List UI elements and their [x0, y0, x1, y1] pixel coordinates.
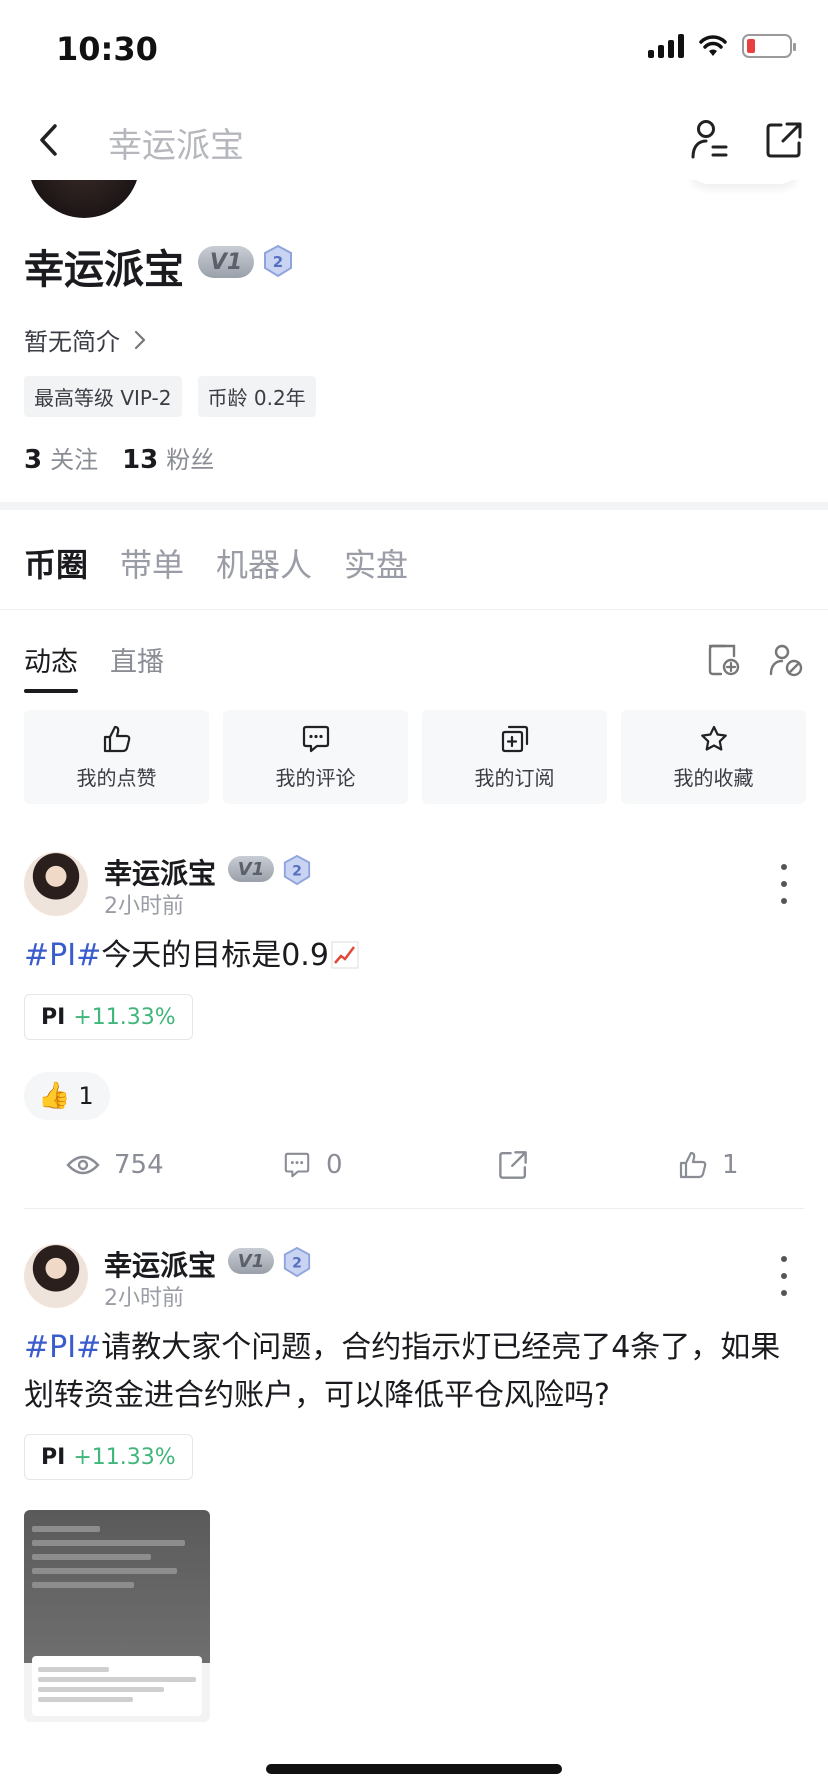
vip-badge: V1 [198, 246, 254, 278]
like-button[interactable]: 1 [678, 1150, 739, 1180]
block-user-button[interactable] [768, 642, 804, 678]
star-icon [700, 725, 727, 751]
quick-label: 我的评论 [275, 765, 356, 790]
chevron-left-icon [40, 124, 57, 156]
level-shield-icon: 2 [282, 1246, 312, 1278]
chevron-right-icon [134, 330, 146, 349]
following-stat[interactable]: 3 关注 [24, 440, 98, 475]
my-comments-button[interactable]: 我的评论 [223, 710, 408, 804]
post-text[interactable]: #PI#请教大家个问题，合约指示灯已经亮了4条了，如果划转资金进合约账户，可以降… [24, 1324, 804, 1420]
quick-actions: 我的点赞 我的评论 我的订阅 我的收藏 [24, 710, 806, 804]
level-shield-icon: 2 [282, 854, 312, 886]
section-divider [0, 502, 828, 510]
quick-label: 我的订阅 [474, 765, 555, 790]
status-icons [648, 34, 796, 58]
post-divider [24, 1208, 804, 1209]
tab-activity[interactable]: 动态 [24, 640, 78, 693]
tab-live[interactable]: 直播 [110, 640, 164, 693]
hashtag-link[interactable]: #PI# [24, 938, 101, 973]
coin-symbol: PI [41, 1004, 66, 1030]
vip-badge: V1 [228, 1248, 274, 1274]
post-body: 请教大家个问题，合约指示灯已经亮了4条了，如果划转资金进合约账户，可以降低平仓风… [24, 1330, 781, 1413]
nav-bar: 幸运派宝 [0, 100, 828, 180]
coin-change: +11.33% [73, 1004, 176, 1030]
followers-stat[interactable]: 13 粉丝 [122, 440, 214, 475]
tab-live-trading[interactable]: 实盘 [344, 540, 408, 586]
follow-row: 3 关注 13 粉丝 [24, 440, 214, 475]
comments-count: 0 [326, 1150, 343, 1180]
new-post-button[interactable] [706, 642, 742, 678]
post-author[interactable]: 幸运派宝 [104, 1244, 216, 1284]
share-post-button[interactable] [498, 1150, 528, 1180]
post-time: 2小时前 [104, 894, 184, 919]
tabs-divider [0, 609, 828, 610]
eye-icon [66, 1155, 100, 1175]
tag-vip-level: 最高等级 VIP-2 [24, 376, 182, 417]
subscribe-icon [501, 725, 528, 752]
coin-symbol: PI [41, 1444, 66, 1470]
wifi-icon [699, 35, 727, 56]
reaction-chip[interactable]: 👍 1 [24, 1072, 110, 1120]
my-subscriptions-button[interactable]: 我的订阅 [422, 710, 607, 804]
post-time: 2小时前 [104, 1286, 184, 1311]
comment-icon [284, 1152, 310, 1178]
status-time: 10:30 [56, 30, 158, 68]
my-favorites-button[interactable]: 我的收藏 [621, 710, 806, 804]
coin-change: +11.33% [73, 1444, 176, 1470]
likes-count: 1 [722, 1150, 739, 1180]
avatar[interactable] [24, 852, 88, 916]
profile-name: 幸运派宝 [24, 247, 184, 293]
nav-title: 幸运派宝 [108, 126, 244, 166]
post-image[interactable] [24, 1510, 210, 1722]
user-settings-button[interactable] [688, 118, 732, 162]
level-number: 2 [292, 864, 302, 880]
tab-coin-circle[interactable]: 币圈 [24, 540, 88, 586]
avatar[interactable] [24, 1244, 88, 1308]
tab-robot[interactable]: 机器人 [216, 540, 312, 586]
views-stat: 754 [66, 1150, 164, 1180]
coin-tag[interactable]: PI +11.33% [24, 994, 193, 1040]
main-tabs: 币圈 带单 机器人 实盘 [24, 540, 408, 586]
user-block-icon [769, 644, 803, 677]
status-bar: 10:30 [0, 0, 828, 100]
thumb-up-icon [679, 1151, 707, 1179]
views-count: 754 [114, 1150, 164, 1180]
comments-stat[interactable]: 0 [282, 1150, 343, 1180]
reaction-count: 1 [78, 1082, 94, 1110]
more-options-icon[interactable] [778, 864, 790, 904]
user-edit-icon [691, 120, 728, 159]
bio-text: 暂无简介 [24, 328, 120, 356]
sub-tabs: 动态 直播 [24, 640, 164, 693]
chart-up-emoji-icon [331, 941, 359, 969]
vip-badge: V1 [228, 856, 274, 882]
add-post-icon [708, 644, 740, 676]
back-button[interactable] [28, 118, 68, 162]
signal-icon [648, 34, 684, 58]
coin-tag[interactable]: PI +11.33% [24, 1434, 193, 1480]
more-options-icon[interactable] [778, 1256, 790, 1296]
tab-copy-trading[interactable]: 带单 [120, 540, 184, 586]
comment-icon [302, 725, 329, 752]
post-body: 今天的目标是0.9 [101, 938, 329, 973]
bio-row[interactable]: 暂无简介 [24, 322, 146, 357]
level-number: 2 [292, 1256, 302, 1272]
level-number: 2 [273, 253, 283, 271]
tag-coin-age: 币龄 0.2年 [197, 376, 316, 417]
share-icon [499, 1151, 527, 1179]
share-button[interactable] [762, 118, 806, 162]
thumbs-up-emoji-icon: 👍 [38, 1081, 71, 1111]
post-author[interactable]: 幸运派宝 [104, 852, 216, 892]
post-text[interactable]: #PI#今天的目标是0.9 [24, 932, 804, 980]
home-indicator [266, 1764, 562, 1774]
post-stats: 754 0 1 [0, 1150, 828, 1190]
thumb-up-icon [103, 725, 130, 752]
quick-label: 我的点赞 [76, 765, 157, 790]
my-likes-button[interactable]: 我的点赞 [24, 710, 209, 804]
share-icon [766, 122, 802, 158]
hashtag-link[interactable]: #PI# [24, 1330, 101, 1365]
profile-tags: 最高等级 VIP-2 币龄 0.2年 [24, 376, 316, 417]
battery-icon [742, 34, 796, 58]
quick-label: 我的收藏 [673, 765, 754, 790]
level-shield-icon: 2 [262, 244, 294, 278]
